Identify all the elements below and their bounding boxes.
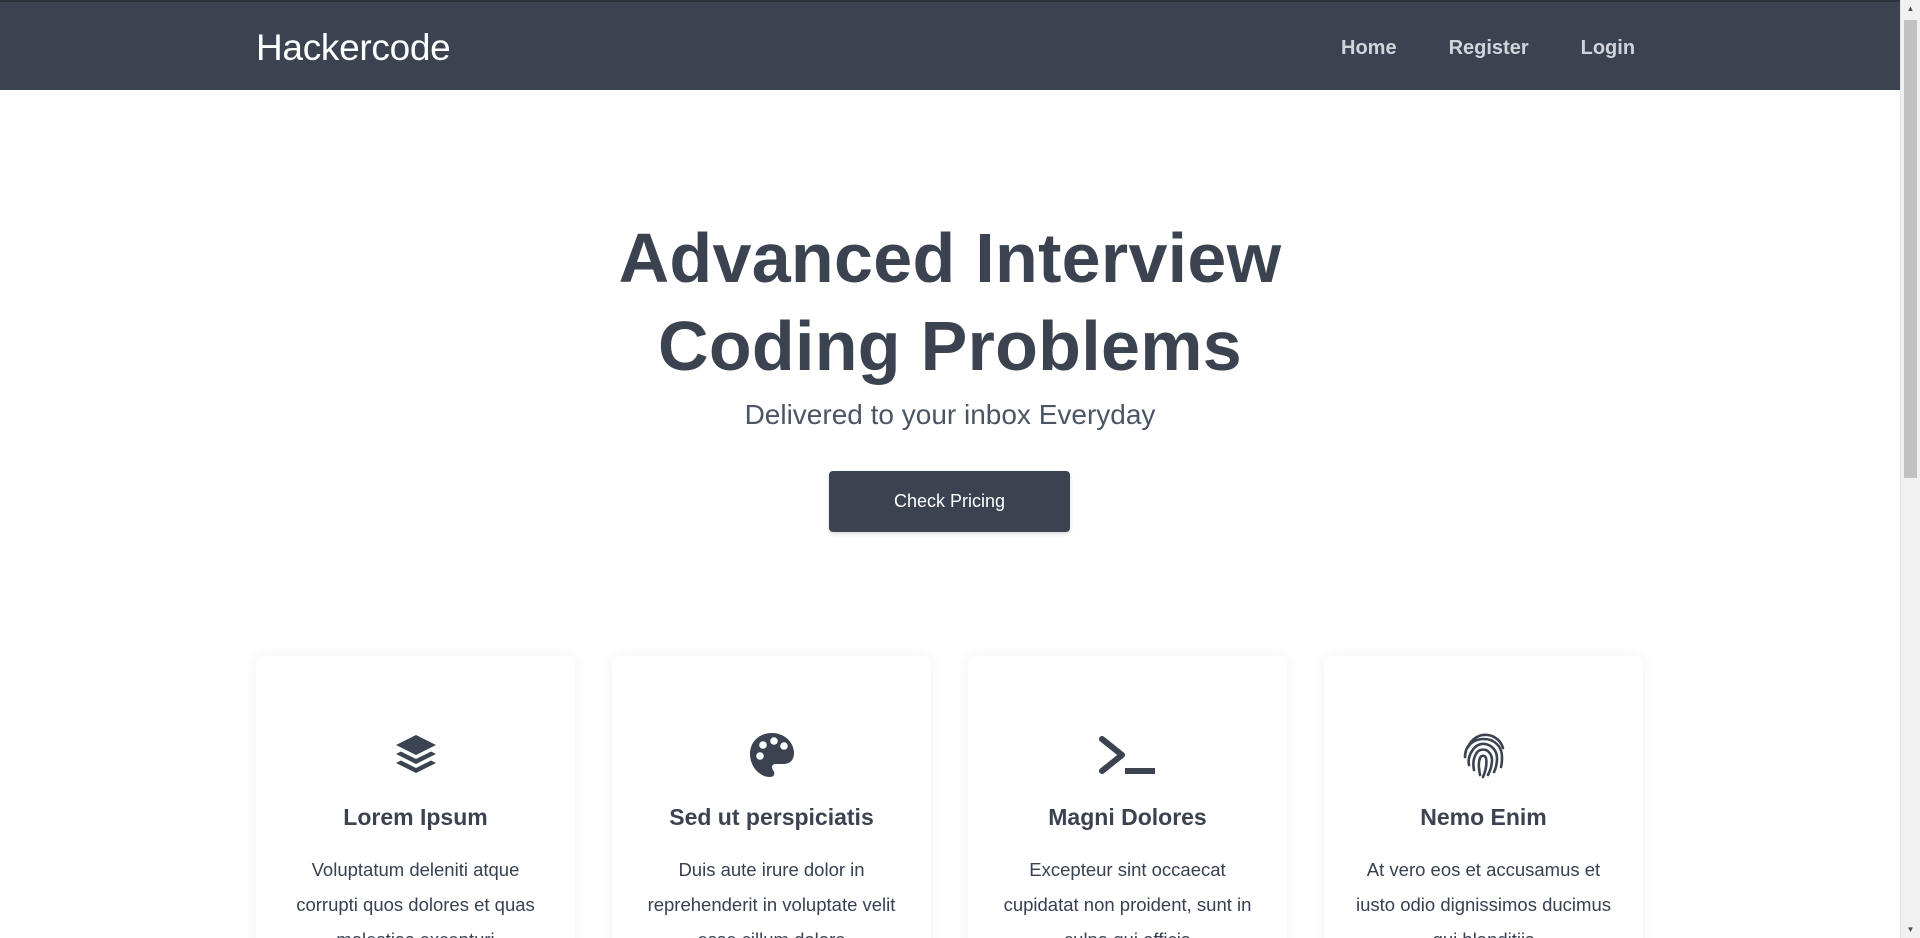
feature-card: Lorem Ipsum Voluptatum deleniti atque co… [256,656,575,938]
feature-title: Lorem Ipsum [343,804,488,830]
brand-logo[interactable]: Hackercode [256,26,451,70]
feature-title: Nemo Enim [1420,804,1547,830]
hero-title-line-1: Advanced Interview [618,219,1282,297]
hero-subtitle: Delivered to your inbox Everyday [744,399,1156,430]
feature-title: Sed ut perspiciatis [669,804,874,830]
navbar: Hackercode Home Register Login [0,0,1900,90]
nav-links: Home Register Login [1341,35,1635,61]
nav-link-register[interactable]: Register [1449,35,1529,61]
feature-title: Magni Dolores [1048,804,1207,830]
scroll-down-arrow-icon[interactable]: ▼ [1901,921,1920,938]
feature-text: Duis aute irure dolor in reprehenderit i… [647,859,896,938]
feature-card: Sed ut perspiciatis Duis aute irure dolo… [612,656,931,938]
scrollbar-thumb[interactable] [1904,20,1917,478]
feature-text: Excepteur sint occaecat cupidatat non pr… [1003,859,1252,938]
nav-link-login[interactable]: Login [1581,35,1635,61]
scroll-up-arrow-icon[interactable]: ▲ [1901,0,1920,17]
layers-icon [256,731,575,781]
palette-icon [612,731,931,781]
nav-link-home[interactable]: Home [1341,35,1397,61]
page: Hackercode Home Register Login Advanced … [0,0,1900,938]
fingerprint-icon [1324,731,1643,781]
features-section: Lorem Ipsum Voluptatum deleniti atque co… [256,656,1644,938]
feature-text: At vero eos et accusamus et iusto odio d… [1355,859,1611,938]
feature-card: Magni Dolores Excepteur sint occaecat cu… [968,656,1287,938]
vertical-scrollbar[interactable]: ▲ ▼ [1900,0,1920,938]
hero-title-line-2: Coding Problems [658,307,1242,385]
feature-card: Nemo Enim At vero eos et accusamus et iu… [1324,656,1643,938]
feature-text: Voluptatum deleniti atque corrupti quos … [296,859,535,938]
terminal-icon [968,731,1287,781]
check-pricing-button[interactable]: Check Pricing [829,471,1070,532]
hero-title: Advanced Interview Coding Problems [0,214,1900,390]
